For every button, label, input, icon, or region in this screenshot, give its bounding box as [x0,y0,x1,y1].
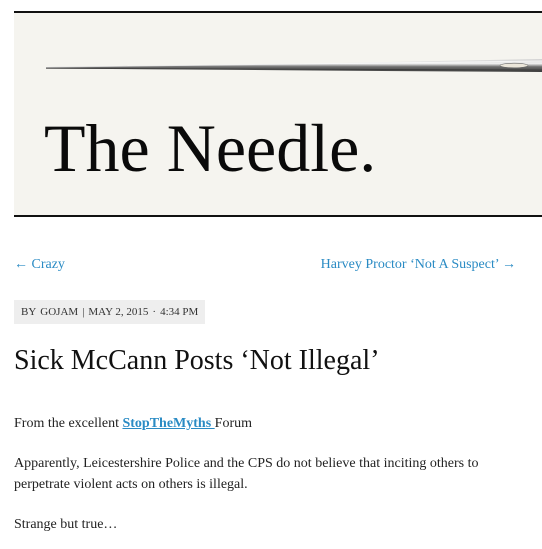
stopthemyths-link[interactable]: StopTheMyths [122,416,214,431]
author-link[interactable]: GOJAM [40,306,78,318]
arrow-right-icon: → [502,257,516,272]
post-date[interactable]: MAY 2, 2015 [88,306,148,318]
post-time: 4:34 PM [160,306,199,318]
previous-post-link[interactable]: ← Crazy [14,257,65,273]
paragraph-body: Apparently, Leicestershire Police and th… [14,456,479,492]
previous-post-label: Crazy [31,257,65,272]
paragraph-text: From the excellent [14,416,123,431]
next-post-link[interactable]: Harvey Proctor ‘Not A Suspect’ → [321,257,516,273]
byline-prefix: BY [21,306,37,318]
meta-separator: | [82,306,85,318]
site-title[interactable]: The Needle. [44,114,376,182]
next-post-label: Harvey Proctor ‘Not A Suspect’ [320,257,499,272]
entry-meta: BY GOJAM | MAY 2, 2015 · 4:34 PM [14,300,206,324]
arrow-left-icon: ← [14,257,28,272]
paragraph-source: From the excellent StopTheMyths Forum [14,413,252,434]
paragraph-text: Forum [214,416,252,431]
site-header[interactable]: The Needle. [14,11,542,217]
post-title: Sick McCann Posts ‘Not Illegal’ [14,345,380,376]
paragraph-closing: Strange but true… [14,517,118,532]
meta-dot: · [152,306,157,318]
